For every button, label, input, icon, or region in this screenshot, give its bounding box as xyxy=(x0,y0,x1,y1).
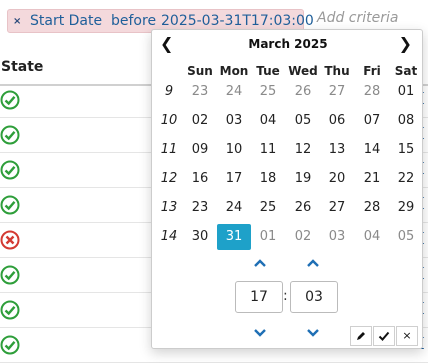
calendar-day[interactable]: 09 xyxy=(183,138,217,162)
filter-field: Start Date xyxy=(30,13,103,29)
hour-up-chevron-icon[interactable] xyxy=(250,253,270,269)
calendar-day[interactable]: 28 xyxy=(355,196,389,220)
calendar-day[interactable]: 30 xyxy=(183,225,217,249)
close-button[interactable]: × xyxy=(396,326,418,346)
calendar-day[interactable]: 05 xyxy=(389,225,423,249)
calendar-day[interactable]: 12 xyxy=(286,138,320,162)
edit-button[interactable] xyxy=(350,326,372,346)
week-number: 13 xyxy=(160,200,178,215)
calendar-day-selected[interactable]: 31 xyxy=(217,224,251,250)
calendar-day[interactable]: 28 xyxy=(355,80,389,104)
month-title: March 2025 xyxy=(248,37,328,51)
calendar-day[interactable]: 21 xyxy=(355,167,389,191)
success-check-icon xyxy=(0,335,20,355)
confirm-button[interactable] xyxy=(373,326,395,346)
column-header-state[interactable]: State xyxy=(1,59,43,75)
calendar-day[interactable]: 02 xyxy=(183,109,217,133)
calendar-day[interactable]: 18 xyxy=(251,167,285,191)
calendar-day[interactable]: 15 xyxy=(389,138,423,162)
add-criteria-input[interactable]: Add criteria xyxy=(317,10,398,26)
calendar-day[interactable]: 27 xyxy=(320,80,354,104)
minute-down-chevron-icon[interactable] xyxy=(303,323,323,339)
success-check-icon xyxy=(0,90,20,110)
filter-operator: before xyxy=(111,13,157,29)
success-check-icon xyxy=(0,125,20,145)
calendar-day[interactable]: 01 xyxy=(251,225,285,249)
success-check-icon xyxy=(0,160,20,180)
hour-input[interactable]: 17 xyxy=(235,281,283,313)
calendar-day[interactable]: 05 xyxy=(286,109,320,133)
calendar-day[interactable]: 27 xyxy=(320,196,354,220)
hour-down-chevron-icon[interactable] xyxy=(250,323,270,339)
calendar-day[interactable]: 24 xyxy=(217,196,251,220)
calendar-day[interactable]: 07 xyxy=(355,109,389,133)
calendar-day[interactable]: 13 xyxy=(320,138,354,162)
failed-x-icon xyxy=(0,230,20,250)
calendar-day[interactable]: 11 xyxy=(251,138,285,162)
success-check-icon xyxy=(0,300,20,320)
calendar-day[interactable]: 10 xyxy=(217,138,251,162)
calendar-day[interactable]: 16 xyxy=(183,167,217,191)
calendar-day[interactable]: 20 xyxy=(320,167,354,191)
next-month-button[interactable]: ❯ xyxy=(399,34,412,53)
calendar-day[interactable]: 14 xyxy=(355,138,389,162)
success-check-icon xyxy=(0,265,20,285)
picker-actions: × xyxy=(350,326,420,346)
calendar-day[interactable]: 17 xyxy=(217,167,251,191)
calendar-day[interactable]: 04 xyxy=(251,109,285,133)
calendar-day[interactable]: 22 xyxy=(389,167,423,191)
datetime-picker: ❮ March 2025 ❯ Sun Mon Tue Wed Thu Fri Sat 9 23 2… xyxy=(151,29,423,349)
calendar-day[interactable]: 19 xyxy=(286,167,320,191)
pencil-icon xyxy=(357,332,365,340)
week-number: 10 xyxy=(160,113,178,128)
calendar-day[interactable]: 23 xyxy=(183,196,217,220)
calendar-day[interactable]: 03 xyxy=(320,225,354,249)
calendar-day[interactable]: 06 xyxy=(320,109,354,133)
calendar-day[interactable]: 01 xyxy=(389,80,423,104)
remove-filter-icon[interactable]: × xyxy=(13,11,21,33)
minute-input[interactable]: 03 xyxy=(290,281,338,313)
week-number: 11 xyxy=(160,142,178,157)
week-number: 14 xyxy=(160,229,178,244)
calendar-day[interactable]: 25 xyxy=(251,80,285,104)
calendar-day[interactable]: 25 xyxy=(251,196,285,220)
calendar-day[interactable]: 23 xyxy=(183,80,217,104)
time-separator: : xyxy=(283,288,288,304)
calendar-day[interactable]: 24 xyxy=(217,80,251,104)
success-check-icon xyxy=(0,195,20,215)
minute-up-chevron-icon[interactable] xyxy=(303,253,323,269)
calendar-day[interactable]: 02 xyxy=(286,225,320,249)
calendar-day[interactable]: 29 xyxy=(389,196,423,220)
calendar-day[interactable]: 04 xyxy=(355,225,389,249)
week-number: 12 xyxy=(160,171,178,186)
calendar-day[interactable]: 08 xyxy=(389,109,423,133)
calendar-day[interactable]: 26 xyxy=(286,196,320,220)
check-icon xyxy=(378,331,390,341)
week-number: 9 xyxy=(164,84,174,99)
calendar-day[interactable]: 26 xyxy=(286,80,320,104)
picker-header: ❮ March 2025 ❯ xyxy=(152,34,424,56)
calendar-day[interactable]: 03 xyxy=(217,109,251,133)
